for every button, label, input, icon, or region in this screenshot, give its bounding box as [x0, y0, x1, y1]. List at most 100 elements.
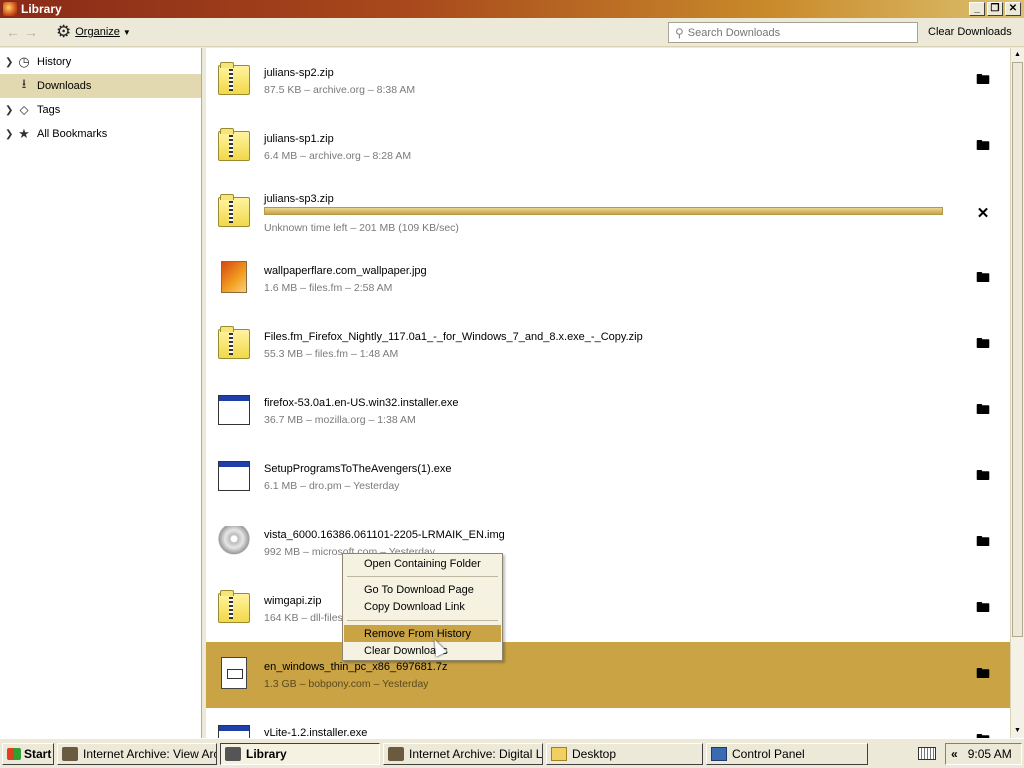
disc-icon [218, 526, 250, 558]
chevron-right-icon[interactable]: ❯ [5, 105, 15, 116]
search-box[interactable]: ⚲ [668, 22, 918, 43]
download-name: julians-sp2.zip [264, 67, 334, 79]
search-input[interactable] [687, 26, 908, 39]
list-item[interactable]: vLite-1.2.installer.exe 🖿 [206, 708, 1010, 738]
chevron-down-icon: ▼ [122, 27, 131, 37]
scroll-up-icon[interactable]: ▲ [1011, 48, 1024, 61]
taskbar-item[interactable]: Control Panel [706, 743, 868, 765]
folder-icon[interactable]: 🖿 [974, 599, 992, 618]
back-icon[interactable]: ← [4, 23, 22, 41]
download-meta: Unknown time left – 201 MB (109 KB/sec) [264, 222, 459, 234]
scroll-down-icon[interactable]: ▼ [1011, 724, 1024, 737]
folder-icon[interactable]: 🖿 [974, 137, 992, 156]
cancel-icon[interactable]: ✕ [974, 204, 992, 222]
minimize-button[interactable]: _ [969, 2, 985, 16]
vertical-scrollbar[interactable]: ▲ ▼ [1010, 48, 1024, 738]
keyboard-icon[interactable] [918, 747, 936, 760]
exe-icon [218, 395, 250, 425]
downloads-list: julians-sp2.zip 87.5 KB – archive.org – … [206, 48, 1010, 738]
taskbar-item[interactable]: Internet Archive: Digital Li... [383, 743, 543, 765]
sidebar-item-history[interactable]: ❯ ◷ History [0, 50, 201, 74]
folder-icon[interactable]: 🖿 [974, 71, 992, 90]
sidebar: ❯ ◷ History ⭳ Downloads ❯ ⬦ Tags ❯ ★ All… [0, 48, 202, 738]
download-meta: 87.5 KB – archive.org – 8:38 AM [264, 84, 416, 96]
menu-item-clear-downloads[interactable]: Clear Downloads [344, 642, 501, 659]
sidebar-item-downloads[interactable]: ⭳ Downloads [0, 74, 201, 98]
sidebar-item-label: Tags [37, 104, 61, 116]
restore-button[interactable]: ❐ [987, 2, 1003, 16]
start-button[interactable]: Start [2, 742, 54, 765]
gear-icon: ⚙ [56, 22, 72, 41]
sidebar-item-all-bookmarks[interactable]: ❯ ★ All Bookmarks [0, 122, 201, 146]
title-bar: Library _ ❐ ✕ [0, 0, 1024, 18]
organize-button[interactable]: ⚙ Organize ▼ [56, 22, 131, 42]
taskbar-item-label: Library [246, 747, 287, 761]
folder-icon[interactable]: 🖿 [974, 269, 992, 288]
taskbar-item[interactable]: Internet Archive: View Arc... [57, 743, 217, 765]
taskbar-item[interactable]: Desktop [546, 743, 703, 765]
chevron-right-icon[interactable]: ❯ [5, 57, 15, 68]
taskbar-item-label: Internet Archive: View Arc... [83, 747, 217, 761]
zip-icon [218, 326, 250, 359]
document-icon [221, 657, 247, 689]
list-item-selected[interactable]: en_windows_thin_pc_x86_697681.7z 1.3 GB … [206, 642, 1010, 708]
menu-item-copy-download-link[interactable]: Copy Download Link [344, 598, 501, 615]
list-item[interactable]: wimgapi.zip 164 KB – dll-files 🖿 [206, 576, 1010, 642]
windows-logo-icon [7, 747, 21, 760]
list-item[interactable]: wallpaperflare.com_wallpaper.jpg 1.6 MB … [206, 246, 1010, 312]
zip-icon [218, 194, 250, 227]
folder-icon [551, 747, 567, 761]
list-item[interactable]: vista_6000.16386.061101-2205-LRMAIK_EN.i… [206, 510, 1010, 576]
sidebar-item-label: Downloads [37, 80, 92, 92]
download-meta: 6.1 MB – dro.pm – Yesterday [264, 480, 400, 492]
list-item[interactable]: SetupProgramsToTheAvengers(1).exe 6.1 MB… [206, 444, 1010, 510]
control-panel-icon [711, 747, 727, 761]
zip-icon [218, 128, 250, 161]
list-item[interactable]: firefox-53.0a1.en-US.win32.installer.exe… [206, 378, 1010, 444]
tray-chevron-icon[interactable]: « [951, 747, 958, 761]
taskbar-item-label: Control Panel [732, 747, 805, 761]
taskbar-item-label: Desktop [572, 747, 617, 761]
exe-icon [218, 725, 250, 738]
list-item[interactable]: julians-sp2.zip 87.5 KB – archive.org – … [206, 48, 1010, 114]
menu-item-remove-from-history[interactable]: Remove From History [344, 625, 501, 642]
folder-icon[interactable]: 🖿 [974, 467, 992, 486]
taskbar: Start Internet Archive: View Arc... Libr… [0, 738, 1024, 768]
forward-icon[interactable]: → [22, 23, 40, 41]
search-icon: ⚲ [675, 25, 684, 40]
list-item[interactable]: Files.fm_Firefox_Nightly_117.0a1_-_for_W… [206, 312, 1010, 378]
folder-icon[interactable]: 🖿 [974, 533, 992, 552]
list-item[interactable]: julians-sp3.zip Unknown time left – 201 … [206, 180, 1010, 246]
download-icon: ⭳ [21, 76, 27, 91]
sidebar-item-tags[interactable]: ❯ ⬦ Tags [0, 98, 201, 122]
download-name: wallpaperflare.com_wallpaper.jpg [264, 265, 427, 277]
list-item[interactable]: julians-sp1.zip 6.4 MB – archive.org – 8… [206, 114, 1010, 180]
clear-downloads-button[interactable]: Clear Downloads [928, 26, 1012, 38]
taskbar-item-label: Internet Archive: Digital Li... [409, 747, 543, 761]
folder-icon[interactable]: 🖿 [974, 665, 992, 684]
menu-separator [347, 576, 498, 577]
zip-icon [218, 590, 250, 623]
tag-icon: ⬦ [19, 102, 29, 117]
close-button[interactable]: ✕ [1005, 2, 1021, 16]
sidebar-item-label: History [37, 56, 72, 68]
download-progress-bar [264, 207, 943, 215]
download-name: Files.fm_Firefox_Nightly_117.0a1_-_for_W… [264, 331, 643, 343]
download-meta: 6.4 MB – archive.org – 8:28 AM [264, 150, 412, 162]
chevron-right-icon[interactable]: ❯ [5, 129, 15, 140]
menu-item-open-containing-folder[interactable]: Open Containing Folder [344, 555, 501, 572]
clock-icon: ◷ [18, 54, 30, 69]
archive-icon [388, 747, 404, 761]
clock[interactable]: 9:05 AM [968, 747, 1012, 761]
folder-icon[interactable]: 🖿 [974, 335, 992, 354]
download-name: SetupProgramsToTheAvengers(1).exe [264, 463, 452, 475]
scrollbar-thumb[interactable] [1012, 62, 1023, 637]
download-meta: 1.6 MB – files.fm – 2:58 AM [264, 282, 393, 294]
folder-icon[interactable]: 🖿 [974, 401, 992, 420]
toolbar: ← → ⚙ Organize ▼ ⚲ Clear Downloads [0, 18, 1024, 47]
menu-item-go-to-download-page[interactable]: Go To Download Page [344, 581, 501, 598]
taskbar-item-library[interactable]: Library [220, 743, 380, 765]
download-meta: 164 KB – dll-files [264, 612, 343, 624]
sidebar-item-label: All Bookmarks [37, 128, 108, 140]
zip-icon [218, 62, 250, 95]
